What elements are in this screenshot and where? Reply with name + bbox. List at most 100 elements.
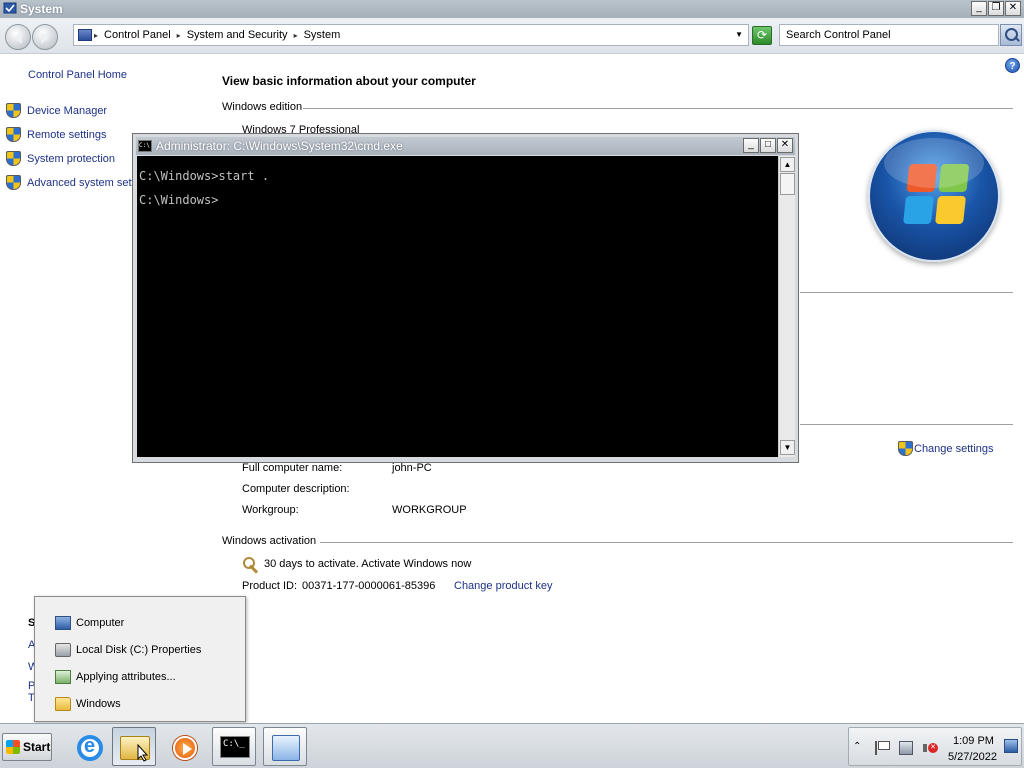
mouse-cursor-icon xyxy=(137,744,149,762)
section-title-windows-activation: Windows activation xyxy=(222,535,317,547)
cmd-maximize-button[interactable]: □ xyxy=(760,138,776,153)
forward-button[interactable] xyxy=(32,24,58,50)
address-bar[interactable]: ▸ Control Panel ▸ System and Security ▸ … xyxy=(73,24,749,46)
product-id-label: Product ID: xyxy=(242,580,298,592)
command-prompt-icon: C:\_ xyxy=(220,736,250,758)
close-button[interactable]: ✕ xyxy=(1005,1,1021,16)
chevron-right-icon[interactable]: ▸ xyxy=(175,31,183,40)
taskbar-internet-explorer[interactable] xyxy=(67,727,111,766)
sidebar-item-system-protection[interactable]: System protection xyxy=(6,151,115,166)
windows-flag-icon xyxy=(6,740,20,754)
full-computer-name-label: Full computer name: xyxy=(242,462,343,474)
product-id-value: 00371-177-0000061-85396 xyxy=(302,580,436,592)
search-input[interactable]: Search Control Panel xyxy=(779,24,999,46)
jump-list-item-applying-attributes[interactable]: Applying attributes... xyxy=(55,670,176,684)
shield-icon xyxy=(898,441,913,456)
shield-icon xyxy=(6,127,21,142)
sidebar-item-label: Device Manager xyxy=(27,104,108,117)
start-label: Start xyxy=(23,740,51,754)
workgroup-value: WORKGROUP xyxy=(392,504,467,516)
jump-list-item-label: Windows xyxy=(76,698,121,710)
activation-status-link[interactable]: 30 days to activate. Activate Windows no… xyxy=(264,558,471,570)
section-divider xyxy=(800,424,1013,425)
volume-muted-icon[interactable] xyxy=(923,741,938,755)
scroll-thumb[interactable] xyxy=(780,173,795,195)
sidebar-item-remote-settings[interactable]: Remote settings xyxy=(6,127,106,142)
taskbar-command-prompt[interactable]: C:\_ xyxy=(212,727,256,766)
jump-list-item-computer[interactable]: Computer xyxy=(55,616,124,630)
jump-list: Computer Local Disk (C:) Properties Appl… xyxy=(34,596,246,722)
sidebar-item-label: Remote settings xyxy=(27,128,107,141)
taskbar-control-panel[interactable] xyxy=(263,727,307,766)
scroll-up-button[interactable]: ▲ xyxy=(780,157,795,172)
section-title-windows-edition: Windows edition xyxy=(222,101,303,113)
system-icon xyxy=(3,2,17,16)
chevron-right-icon[interactable]: ▸ xyxy=(292,31,300,40)
notification-area: ⌃ 1:09 PM 5/27/2022 xyxy=(848,727,1022,766)
control-panel-home-link[interactable]: Control Panel Home xyxy=(28,69,127,81)
address-dropdown-icon[interactable]: ▼ xyxy=(735,30,743,39)
control-panel-icon xyxy=(272,735,300,761)
jump-list-item-label: Computer xyxy=(76,617,125,629)
change-product-key-link[interactable]: Change product key xyxy=(454,580,552,592)
internet-explorer-icon xyxy=(77,735,103,761)
taskbar-media-player[interactable] xyxy=(162,727,206,766)
taskbar: Start C:\_ ⌃ 1:09 PM 5/27/2022 xyxy=(0,723,1024,768)
restore-button[interactable]: ❐ xyxy=(988,1,1004,16)
shield-icon xyxy=(6,151,21,166)
section-divider xyxy=(303,108,1013,109)
cmd-minimize-button[interactable]: _ xyxy=(743,138,759,153)
forward-arrow-icon xyxy=(41,32,49,44)
change-settings-link[interactable]: Change settings xyxy=(898,441,994,456)
breadcrumb-control-panel[interactable]: Control Panel xyxy=(100,29,175,41)
cmd-title-bar[interactable]: C:\ Administrator: C:\Windows\System32\c… xyxy=(136,137,795,155)
key-icon xyxy=(243,557,259,573)
disk-icon xyxy=(55,643,71,657)
start-button[interactable]: Start xyxy=(2,733,52,761)
taskbar-windows-explorer[interactable] xyxy=(112,727,156,766)
shield-icon xyxy=(6,103,21,118)
clock-date[interactable]: 5/27/2022 xyxy=(948,751,997,763)
media-player-icon xyxy=(173,736,197,760)
cmd-console[interactable]: C:\Windows>start . C:\Windows> xyxy=(137,156,778,457)
show-hidden-icons-button[interactable]: ⌃ xyxy=(853,741,861,752)
breadcrumb-system[interactable]: System xyxy=(300,29,345,41)
section-divider xyxy=(320,542,1013,543)
help-icon[interactable]: ? xyxy=(1005,58,1020,73)
cmd-close-button[interactable]: ✕ xyxy=(777,138,793,153)
section-divider xyxy=(800,292,1013,293)
action-center-flag-icon[interactable] xyxy=(875,741,890,755)
computer-description-label: Computer description: xyxy=(242,483,350,495)
navigation-bar: ▸ Control Panel ▸ System and Security ▸ … xyxy=(0,18,1024,54)
window-title: System xyxy=(20,2,63,16)
jump-list-item-label: Applying attributes... xyxy=(76,671,176,683)
chevron-right-icon[interactable]: ▸ xyxy=(92,31,100,40)
sidebar-item-label: System protection xyxy=(27,152,116,165)
workgroup-label: Workgroup: xyxy=(242,504,299,516)
search-icon[interactable] xyxy=(1000,24,1022,46)
sidebar-item-device-manager[interactable]: Device Manager xyxy=(6,103,107,118)
shield-icon xyxy=(6,175,21,190)
breadcrumb-system-and-security[interactable]: System and Security xyxy=(183,29,292,41)
progress-dialog-icon xyxy=(55,670,71,684)
show-desktop-button[interactable] xyxy=(1004,739,1018,753)
jump-list-item-windows[interactable]: Windows xyxy=(55,697,121,711)
console-line: C:\Windows> xyxy=(139,193,219,207)
refresh-button[interactable]: ⟳ xyxy=(752,26,772,45)
jump-list-item-local-disk[interactable]: Local Disk (C:) Properties xyxy=(55,643,201,657)
cmd-scrollbar[interactable]: ▲ ▼ xyxy=(778,156,795,457)
change-settings-label: Change settings xyxy=(914,442,994,455)
control-panel-icon xyxy=(78,29,92,41)
back-button[interactable] xyxy=(5,24,31,50)
window-title-bar[interactable]: System _ ❐ ✕ xyxy=(0,0,1024,18)
console-line: C:\Windows>start . xyxy=(139,169,270,183)
scroll-down-button[interactable]: ▼ xyxy=(780,440,795,455)
network-icon[interactable] xyxy=(899,741,913,755)
jump-list-item-label: Local Disk (C:) Properties xyxy=(76,644,202,656)
page-title: View basic information about your comput… xyxy=(222,74,476,88)
clock-time[interactable]: 1:09 PM xyxy=(953,735,994,747)
cmd-icon: C:\ xyxy=(138,140,152,152)
minimize-button[interactable]: _ xyxy=(971,1,987,16)
cmd-window[interactable]: C:\ Administrator: C:\Windows\System32\c… xyxy=(132,133,799,463)
cmd-window-title: Administrator: C:\Windows\System32\cmd.e… xyxy=(156,139,403,153)
